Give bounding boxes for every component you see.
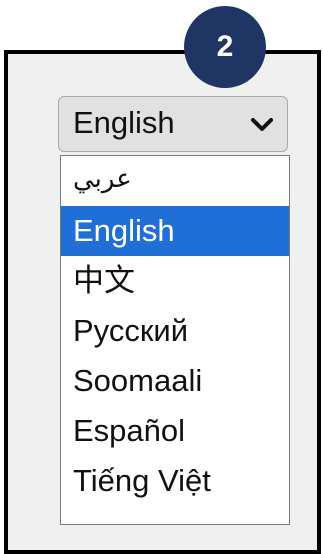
language-select-value: English — [73, 105, 175, 140]
language-dropdown-list: عربي English 中文 Русский Soomaali Español… — [60, 155, 290, 525]
language-option-english[interactable]: English — [61, 206, 289, 256]
language-select[interactable]: English — [58, 96, 288, 152]
language-option-spanish[interactable]: Español — [61, 406, 289, 456]
language-option-somali[interactable]: Soomaali — [61, 356, 289, 406]
language-option-russian[interactable]: Русский — [61, 306, 289, 356]
step-number-badge: 2 — [184, 6, 266, 88]
chevron-down-icon — [251, 118, 273, 131]
language-option-arabic[interactable]: عربي — [61, 156, 289, 206]
language-option-chinese[interactable]: 中文 — [61, 256, 289, 306]
language-option-vietnamese[interactable]: Tiếng Việt — [61, 456, 289, 506]
